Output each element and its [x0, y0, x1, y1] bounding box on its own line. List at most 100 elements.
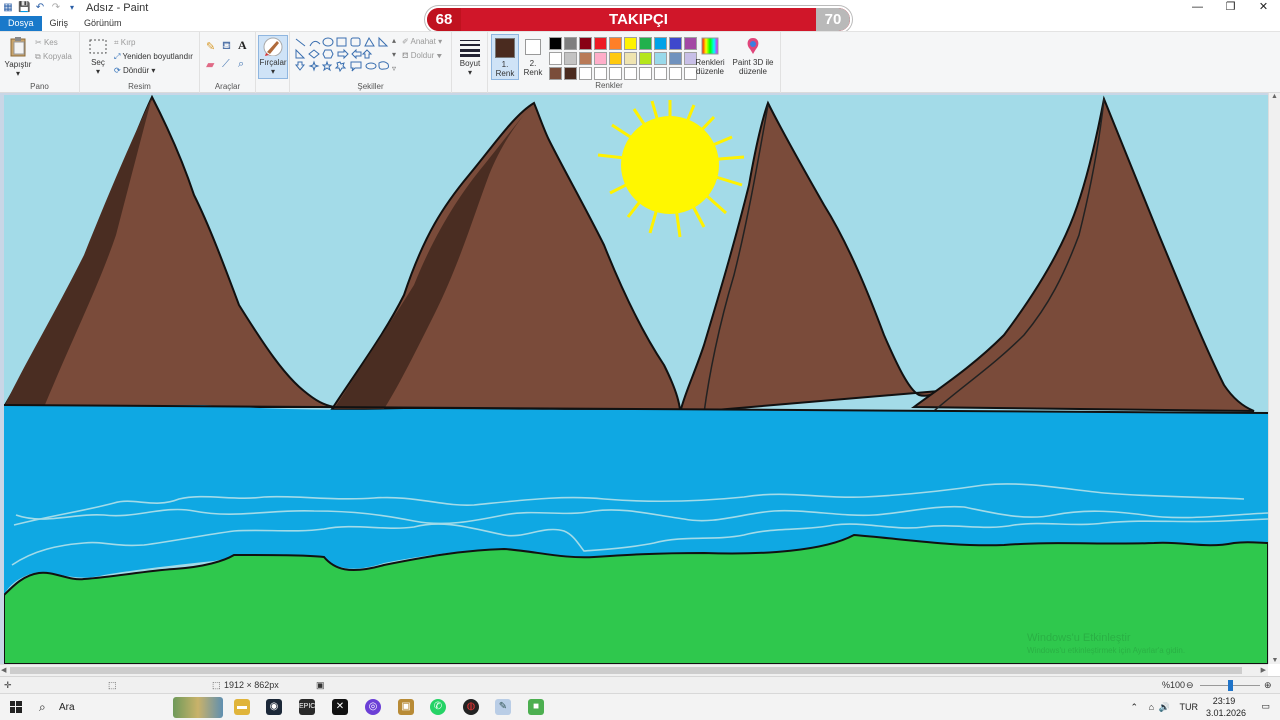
palette-swatch[interactable]	[669, 37, 682, 50]
steam-icon[interactable]: ◉	[266, 699, 282, 715]
windows-start-icon[interactable]	[10, 701, 22, 713]
maximize-button[interactable]: ❐	[1214, 0, 1247, 16]
obs-icon[interactable]: ◍	[463, 699, 479, 715]
horizontal-scrollbar[interactable]: ◀ ▶	[0, 664, 1268, 676]
color2-button[interactable]: 2. Renk	[521, 34, 545, 80]
text-tool[interactable]: A	[238, 38, 247, 53]
close-button[interactable]: ✕	[1247, 0, 1280, 16]
undo-icon[interactable]: ↶	[34, 2, 46, 14]
scroll-right-icon[interactable]: ▶	[1261, 666, 1266, 674]
scroll-left-icon[interactable]: ◀	[1, 666, 6, 674]
fill-tool[interactable]: ⛾	[222, 40, 231, 54]
cursor-position-icon: ✛	[4, 680, 12, 690]
horizontal-scroll-thumb[interactable]	[10, 667, 1242, 674]
palette-swatch[interactable]	[564, 37, 577, 50]
customize-quick-access-icon[interactable]: ▾	[66, 2, 78, 14]
crop-button[interactable]: ⌗ Kırp	[114, 38, 135, 48]
zoom-slider-thumb[interactable]	[1228, 680, 1233, 691]
palette-swatch[interactable]	[594, 67, 607, 80]
palette-swatch[interactable]	[594, 37, 607, 50]
notifications-icon[interactable]: ▭	[1261, 701, 1270, 712]
palette-swatch[interactable]	[639, 37, 652, 50]
tab-file[interactable]: Dosya	[0, 16, 42, 31]
copy-button[interactable]: ⧉ Kopyala	[35, 52, 72, 62]
tray-chevron-icon[interactable]: ⌃	[1130, 702, 1138, 713]
palette-swatch[interactable]	[609, 67, 622, 80]
scroll-down-icon[interactable]: ▼	[1269, 657, 1280, 664]
tools-group: ✎ ⛾ A ▰ ⟋ ⌕ Araçlar	[200, 32, 256, 93]
network-icon[interactable]: ⌂	[1149, 702, 1154, 712]
taskbar: ⌕ Ara ▬ ◉ EPIC ✕ ◎ ▣ ✆ ◍ ✎ ■ ⌃ ⌂ 🔊 TUR 2…	[0, 693, 1280, 720]
rotate-dropdown-icon: ▾	[151, 66, 156, 75]
paint-taskbar-icon[interactable]: ✎	[495, 699, 511, 715]
fill-button[interactable]: ⛾ Doldur ▾	[402, 51, 442, 61]
drawing-canvas[interactable]	[2, 94, 1269, 665]
select-icon	[89, 39, 107, 54]
discord-icon[interactable]: ◎	[365, 699, 381, 715]
palette-swatch[interactable]	[654, 67, 667, 80]
shapes-scroll-up-icon[interactable]: ▴	[392, 36, 396, 45]
tab-home[interactable]: Giriş	[42, 16, 77, 31]
pencil-tool[interactable]: ✎	[206, 40, 215, 53]
palette-swatch[interactable]	[654, 37, 667, 50]
palette-swatch[interactable]	[579, 52, 592, 65]
zoom-in-icon[interactable]: ⊕	[1264, 680, 1272, 691]
shapes-scroll-down-icon[interactable]: ▾	[392, 50, 396, 59]
minimize-button[interactable]: —	[1181, 0, 1214, 16]
epic-games-icon[interactable]: EPIC	[299, 699, 315, 715]
whatsapp-icon[interactable]: ✆	[430, 699, 446, 715]
palette-swatch[interactable]	[609, 52, 622, 65]
outline-button[interactable]: ✐ Anahat ▾	[402, 37, 442, 46]
rotate-button[interactable]: ⟳ Döndür ▾	[114, 66, 155, 75]
paint3d-icon	[747, 38, 759, 54]
palette-swatch[interactable]	[624, 67, 637, 80]
shapes-gallery[interactable]	[294, 36, 394, 78]
palette-swatch[interactable]	[669, 52, 682, 65]
resize-button[interactable]: ⤢ Yeniden boyutlandır	[114, 52, 193, 62]
color1-button[interactable]: 1. Renk	[491, 34, 519, 80]
palette-swatch[interactable]	[609, 37, 622, 50]
palette-swatch[interactable]	[624, 52, 637, 65]
paste-button[interactable]: Yapıştır ▾	[4, 36, 32, 78]
palette-swatch[interactable]	[579, 67, 592, 80]
eraser-tool[interactable]: ▰	[206, 58, 214, 71]
magnifier-tool[interactable]: ⌕	[238, 58, 244, 71]
minecraft-icon[interactable]: ■	[528, 699, 544, 715]
palette-swatch[interactable]	[549, 52, 562, 65]
shapes-expand-icon[interactable]: ▿	[392, 64, 396, 73]
palette-swatch[interactable]	[564, 52, 577, 65]
cut-button[interactable]: ✂ Kes	[35, 38, 58, 47]
palette-swatch[interactable]	[654, 52, 667, 65]
game-launcher-icon[interactable]: ▣	[398, 699, 414, 715]
palette-swatch[interactable]	[549, 67, 562, 80]
palette-swatch[interactable]	[669, 67, 682, 80]
zoom-out-icon[interactable]: ⊖	[1186, 680, 1194, 691]
capcut-icon[interactable]: ✕	[332, 699, 348, 715]
palette-swatch[interactable]	[594, 52, 607, 65]
save-icon[interactable]: 💾	[18, 2, 30, 14]
edit-colors-button[interactable]: Renkleri düzenle	[694, 36, 726, 76]
tab-view[interactable]: Görünüm	[76, 16, 130, 31]
zoom-level: %100	[1162, 680, 1186, 690]
color-picker-tool[interactable]: ⟋	[222, 58, 230, 71]
palette-swatch[interactable]	[549, 37, 562, 50]
volume-icon[interactable]: 🔊	[1159, 702, 1170, 713]
file-explorer-icon[interactable]: ▬	[234, 699, 250, 715]
palette-swatch[interactable]	[639, 67, 652, 80]
paint3d-button[interactable]: Paint 3D ile düzenle	[730, 36, 776, 76]
clock-time[interactable]: 23:19	[1202, 696, 1246, 706]
vertical-scrollbar[interactable]: ▲ ▼	[1268, 93, 1280, 664]
clock-date[interactable]: 3.01.2026	[1202, 708, 1250, 718]
canvas-size-icon: ⬚	[212, 680, 221, 690]
brushes-button[interactable]: Fırçalar ▾	[258, 35, 288, 79]
scroll-up-icon[interactable]: ▲	[1269, 93, 1280, 100]
size-button[interactable]: Boyut ▾	[456, 37, 484, 77]
palette-swatch[interactable]	[639, 52, 652, 65]
palette-swatch[interactable]	[624, 37, 637, 50]
taskbar-search[interactable]: ⌕ Ara	[33, 694, 223, 720]
language-indicator[interactable]: TUR	[1180, 702, 1199, 712]
palette-swatch[interactable]	[579, 37, 592, 50]
redo-icon[interactable]: ↷	[50, 2, 62, 14]
select-button[interactable]: Seç ▾	[86, 38, 110, 76]
palette-swatch[interactable]	[564, 67, 577, 80]
